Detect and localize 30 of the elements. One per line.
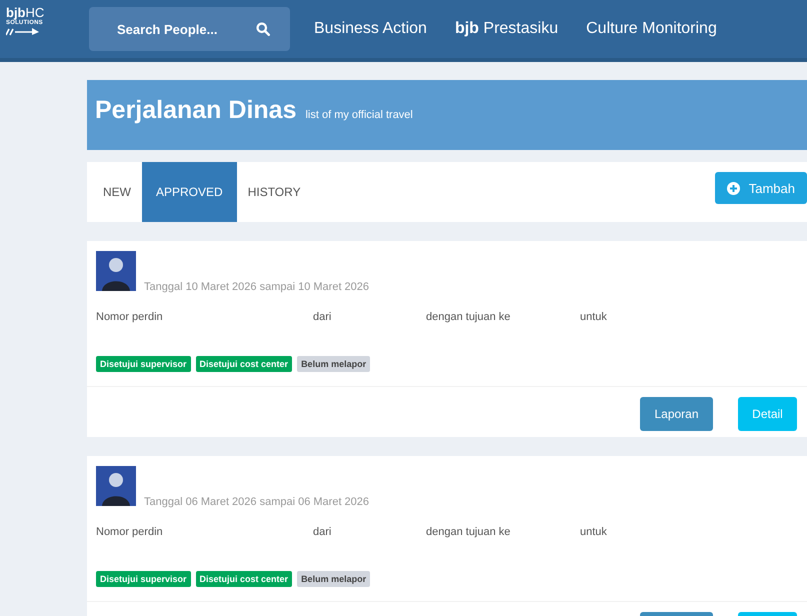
travel-date: Tanggal 06 Maret 2026 sampai 06 Maret 2026 bbox=[144, 496, 370, 508]
nav-link[interactable]: Culture Monitoring bbox=[586, 20, 717, 38]
page-subtitle: list of my official travel bbox=[305, 109, 413, 121]
page-title: Perjalanan Dinas bbox=[95, 96, 296, 125]
avatar-placeholder bbox=[96, 251, 136, 291]
travel-date: Tanggal 10 Maret 2026 sampai 10 Maret 2026 bbox=[144, 281, 370, 293]
status-badge: Belum melapor bbox=[297, 356, 370, 372]
report-button[interactable]: Laporan bbox=[640, 397, 713, 431]
field-label: untuk bbox=[580, 311, 607, 323]
status-badge: Disetujui supervisor bbox=[96, 356, 191, 372]
field-label: Nomor perdin bbox=[96, 526, 164, 538]
field-label: dengan tujuan ke bbox=[426, 526, 512, 538]
avatar-placeholder bbox=[96, 466, 136, 506]
status-badge: Belum melapor bbox=[297, 571, 370, 587]
status-badge: Disetujui cost center bbox=[196, 356, 292, 372]
field-label: Nomor perdin bbox=[96, 311, 164, 323]
tab[interactable]: APPROVED bbox=[142, 162, 237, 222]
nav-link[interactable]: bjb Prestasiku bbox=[454, 20, 558, 38]
field-label: dengan tujuan ke bbox=[426, 311, 512, 323]
field-label: dari bbox=[313, 311, 332, 323]
search-field[interactable]: Search People... bbox=[89, 7, 290, 51]
status-badge: Disetujui cost center bbox=[196, 571, 292, 587]
field-label: untuk bbox=[580, 526, 607, 538]
search-icon[interactable] bbox=[256, 22, 270, 36]
tab[interactable]: NEW bbox=[92, 162, 142, 222]
field-label: dari bbox=[313, 526, 332, 538]
plus-circle-icon bbox=[726, 182, 740, 194]
status-badge: Disetujui supervisor bbox=[96, 571, 191, 587]
nav-link[interactable]: Business Action bbox=[314, 20, 427, 38]
tab[interactable]: HISTORY bbox=[236, 162, 312, 222]
